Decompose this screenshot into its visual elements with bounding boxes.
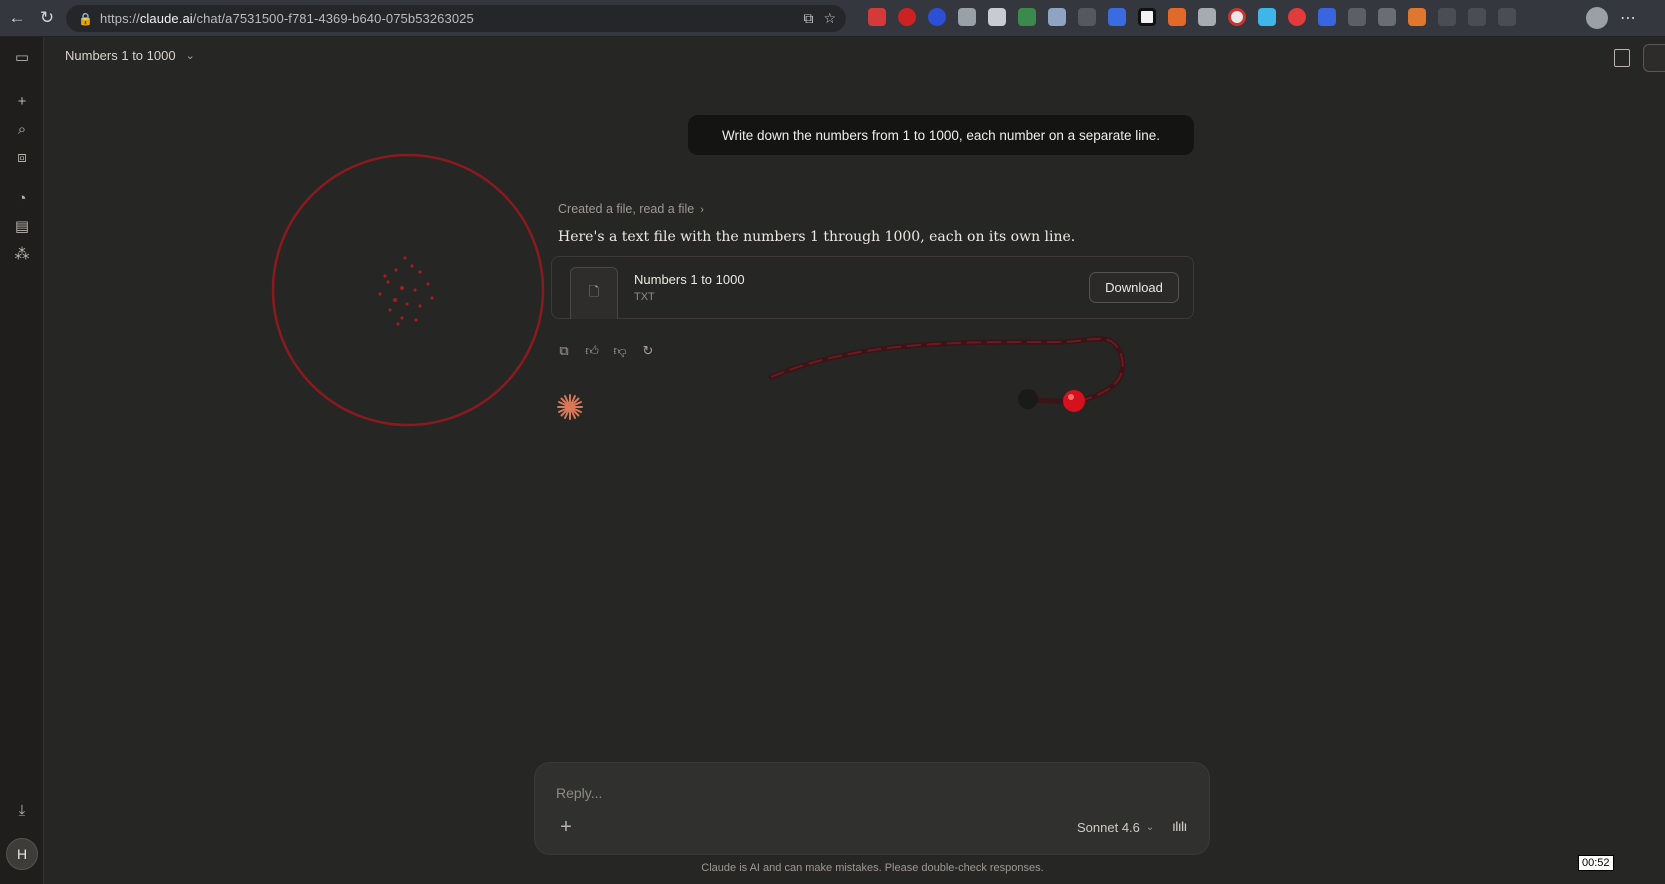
extension-icon[interactable]	[1018, 8, 1036, 26]
artifacts-icon[interactable]: ⁂	[12, 244, 32, 264]
retry-icon[interactable]: ↻	[640, 343, 656, 359]
voice-mode-icon[interactable]: ıIıIı	[1172, 818, 1187, 834]
downloads-icon[interactable]	[1498, 8, 1516, 26]
sidebar-toggle-icon[interactable]: ▭	[12, 47, 32, 67]
reply-composer[interactable]: Reply... + Sonnet 4.6 ⌄ ıIıIı	[534, 762, 1210, 855]
extension-icon[interactable]	[958, 8, 976, 26]
share-button[interactable]	[1643, 44, 1665, 72]
document-icon[interactable]	[1614, 49, 1630, 67]
url-text: https://claude.ai/chat/a7531500-f781-436…	[100, 11, 474, 26]
download-button[interactable]: Download	[1089, 272, 1179, 303]
extension-icon[interactable]	[1138, 8, 1156, 26]
cursor-dot	[1063, 390, 1085, 412]
extension-icon[interactable]	[1408, 8, 1426, 26]
site-info-icon[interactable]: 🔒	[78, 12, 93, 26]
message-actions: ⧉ 👍︎ 👎︎ ↻	[556, 343, 656, 359]
tool-usage-summary[interactable]: Created a file, read a file ›	[558, 202, 704, 216]
favorites-icon[interactable]	[1468, 8, 1486, 26]
extension-icon[interactable]	[1258, 8, 1276, 26]
extensions-bar	[868, 8, 1516, 26]
assistant-message: Here's a text file with the numbers 1 th…	[558, 229, 1076, 245]
more-menu-icon[interactable]: ⋯	[1620, 8, 1636, 28]
thumbs-down-icon[interactable]: 👎︎	[612, 343, 628, 359]
sidebar-rail: ▭ + ⌕ ⧈ ◔ ▤ ⁂ ⤓	[0, 37, 44, 884]
user-message-text: Write down the numbers from 1 to 1000, e…	[722, 127, 1160, 143]
extension-icon[interactable]	[868, 8, 886, 26]
extension-icon[interactable]	[1168, 8, 1186, 26]
file-icon: 🗋	[570, 267, 618, 319]
extension-icon[interactable]	[1318, 8, 1336, 26]
recording-timer: 00:52	[1578, 855, 1614, 871]
chevron-right-icon: ›	[700, 204, 704, 216]
cursor-tail-dot	[1018, 389, 1038, 409]
extension-icon[interactable]	[898, 8, 916, 26]
projects-icon[interactable]: ▤	[12, 216, 32, 236]
copy-icon[interactable]: ⧉	[556, 343, 572, 359]
conversation-title-menu[interactable]: Numbers 1 to 1000 ⌄	[65, 48, 195, 63]
extension-icon[interactable]	[988, 8, 1006, 26]
model-selector[interactable]: Sonnet 4.6 ⌄	[1077, 820, 1154, 835]
add-attachment-icon[interactable]: +	[554, 815, 578, 839]
highlight-circle	[271, 153, 545, 427]
file-name: Numbers 1 to 1000	[634, 272, 745, 287]
reload-icon[interactable]: ↻	[34, 5, 60, 31]
extensions-puzzle-icon[interactable]	[1438, 8, 1456, 26]
extension-icon[interactable]	[1198, 8, 1216, 26]
tool-summary-text: Created a file, read a file	[558, 202, 695, 216]
toolbox-icon[interactable]: ⧈	[12, 147, 32, 167]
chevron-down-icon: ⌄	[1145, 822, 1155, 833]
app-available-icon[interactable]: ⧉	[803, 10, 813, 27]
cursor-trail	[768, 336, 1126, 405]
new-chat-icon[interactable]: +	[12, 91, 32, 111]
search-icon[interactable]: ⌕	[12, 119, 32, 139]
disclaimer-text: Claude is AI and can make mistakes. Plea…	[701, 862, 1044, 874]
extension-icon[interactable]	[1348, 8, 1366, 26]
claude-spark-icon	[557, 394, 583, 420]
extension-icon[interactable]	[1048, 8, 1066, 26]
thumbs-up-icon[interactable]: 👍︎	[584, 343, 600, 359]
address-bar[interactable]: 🔒 https://claude.ai/chat/a7531500-f781-4…	[66, 5, 846, 32]
browser-toolbar: ← ↻ 🔒 https://claude.ai/chat/a7531500-f7…	[0, 0, 1665, 37]
chats-icon[interactable]: ◔	[12, 188, 32, 208]
file-type: TXT	[634, 291, 655, 303]
browser-profile-avatar[interactable]	[1586, 7, 1608, 29]
extension-icon[interactable]	[928, 8, 946, 26]
user-message: Write down the numbers from 1 to 1000, e…	[688, 115, 1194, 155]
back-icon[interactable]: ←	[4, 5, 30, 31]
download-app-icon[interactable]: ⤓	[12, 800, 32, 820]
reply-input[interactable]: Reply...	[556, 785, 602, 801]
extension-icon[interactable]	[1228, 8, 1246, 26]
model-name: Sonnet 4.6	[1077, 820, 1140, 835]
extension-icon[interactable]	[1288, 8, 1306, 26]
chevron-down-icon: ⌄	[185, 50, 195, 62]
conversation-title: Numbers 1 to 1000	[65, 48, 176, 63]
extension-icon[interactable]	[1108, 8, 1126, 26]
extension-icon[interactable]	[1078, 8, 1096, 26]
click-dots	[378, 256, 434, 326]
bookmark-star-icon[interactable]: ☆	[823, 10, 836, 27]
extension-icon[interactable]	[1378, 8, 1396, 26]
file-attachment-card[interactable]: 🗋 Numbers 1 to 1000 TXT Download	[551, 256, 1194, 319]
